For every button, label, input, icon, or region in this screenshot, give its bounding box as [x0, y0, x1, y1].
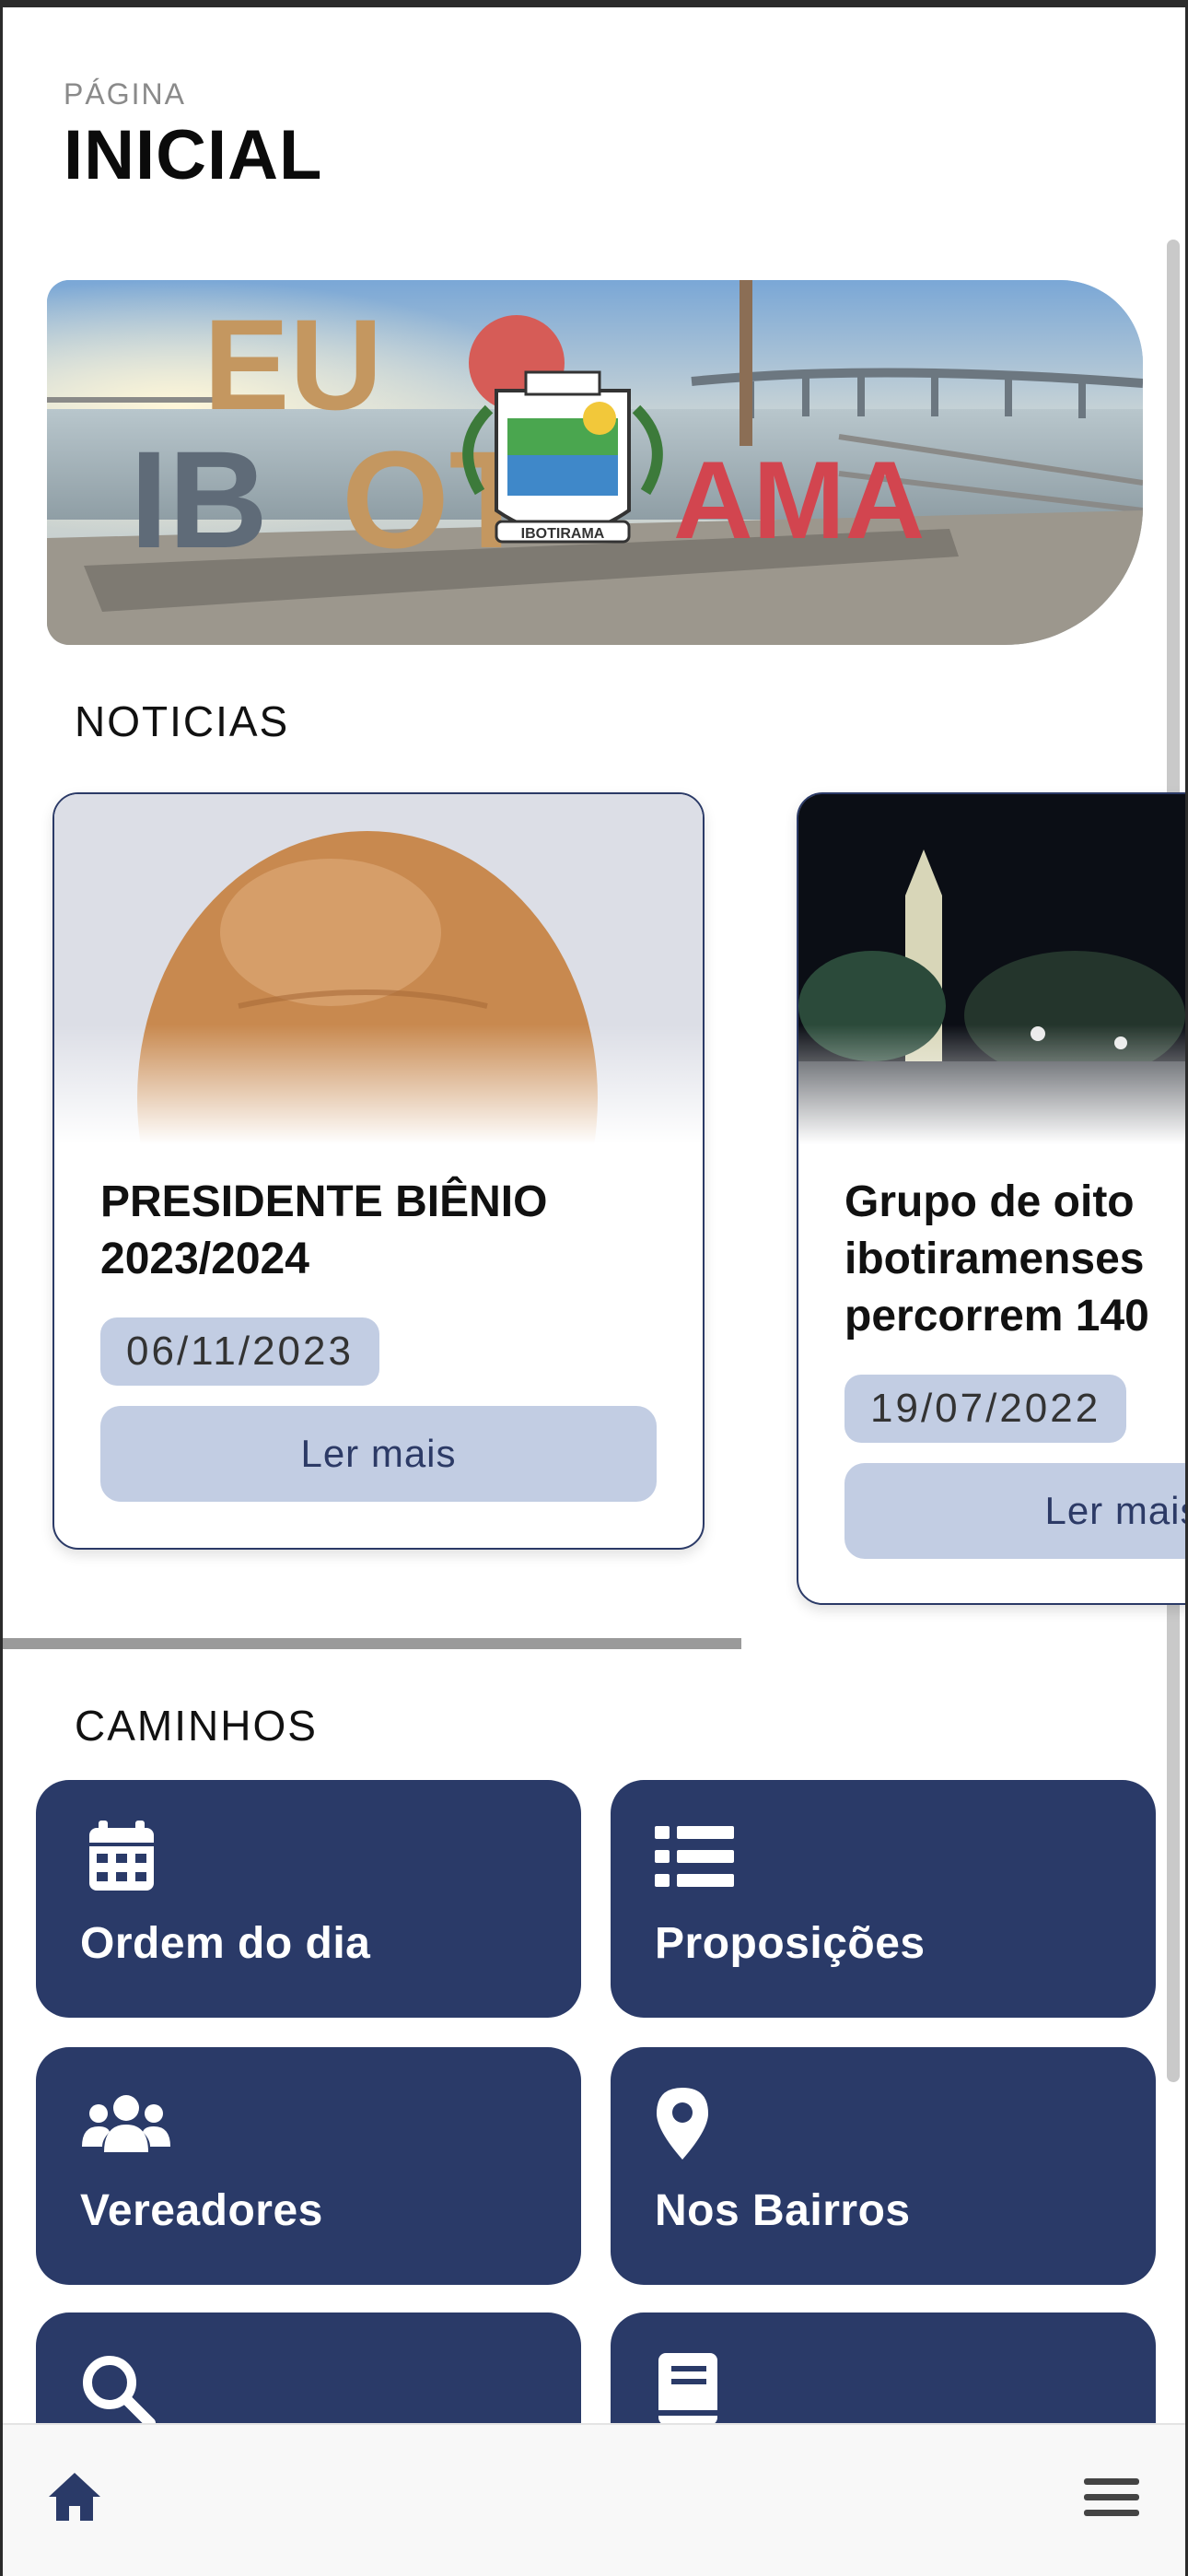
news-card[interactable]: Grupo de oito ibotiramenses percorrem 14…: [797, 792, 1185, 1605]
news-card[interactable]: PRESIDENTE BIÊNIO 2023/2024 06/11/2023 L…: [52, 792, 705, 1550]
svg-text:IB: IB: [130, 422, 268, 577]
svg-text:AMA: AMA: [673, 439, 925, 562]
news-title-line: PRESIDENTE BIÊNIO: [100, 1177, 548, 1226]
search-icon: [83, 2356, 156, 2427]
carousel-scroll-indicator[interactable]: [3, 1638, 741, 1649]
tile-nos-bairros[interactable]: Nos Bairros: [611, 2047, 1156, 2285]
tile-label: Vereadores: [80, 2186, 323, 2235]
news-image: [798, 794, 1185, 1144]
read-more-button[interactable]: Ler mais: [844, 1463, 1185, 1559]
tile-label: Ordem do dia: [80, 1919, 371, 1968]
news-date-badge: 19/07/2022: [844, 1375, 1127, 1443]
svg-text:EU: EU: [204, 292, 382, 437]
news-section-title: NOTICIAS: [75, 697, 290, 745]
tile-proposicoes[interactable]: Proposições: [611, 1780, 1156, 2018]
hero-banner: EU IB OT AMA IBOTIRAMA: [47, 280, 1143, 645]
news-title-line: 2023/2024: [100, 1235, 309, 1283]
map-pin-icon: [657, 2088, 708, 2160]
read-more-button[interactable]: Ler mais: [100, 1406, 657, 1502]
tile-label: Nos Bairros: [655, 2186, 911, 2235]
caminhos-section-title: CAMINHOS: [75, 1702, 318, 1750]
page-title: INICIAL: [64, 116, 323, 194]
home-icon[interactable]: [47, 2469, 102, 2524]
tile-label: Proposições: [655, 1919, 926, 1968]
news-title-line: percorrem 140: [844, 1292, 1149, 1341]
calendar-icon: [89, 1821, 154, 1891]
hamburger-menu-icon[interactable]: [1084, 2476, 1139, 2519]
book-icon: [658, 2353, 717, 2425]
seal-text: IBOTIRAMA: [521, 526, 605, 542]
page-subtitle: PÁGINA: [64, 77, 186, 111]
tile-vereadores[interactable]: Vereadores: [36, 2047, 581, 2285]
users-icon: [82, 2095, 170, 2152]
tile-ordem-do-dia[interactable]: Ordem do dia: [36, 1780, 581, 2018]
app-screen: PÁGINA INICIAL EU IB OT AMA IBOTIRAMA NO…: [0, 0, 1188, 2576]
hero-image: EU IB OT AMA IBOTIRAMA: [47, 280, 1143, 645]
bottom-nav-bar: [3, 2423, 1185, 2576]
list-icon: [655, 1826, 734, 1887]
news-date-badge: 06/11/2023: [100, 1317, 379, 1386]
news-title-line: ibotiramenses: [844, 1235, 1145, 1283]
news-image: [54, 794, 703, 1144]
news-title-line: Grupo de oito: [844, 1177, 1135, 1226]
page-header: PÁGINA INICIAL: [64, 77, 322, 195]
